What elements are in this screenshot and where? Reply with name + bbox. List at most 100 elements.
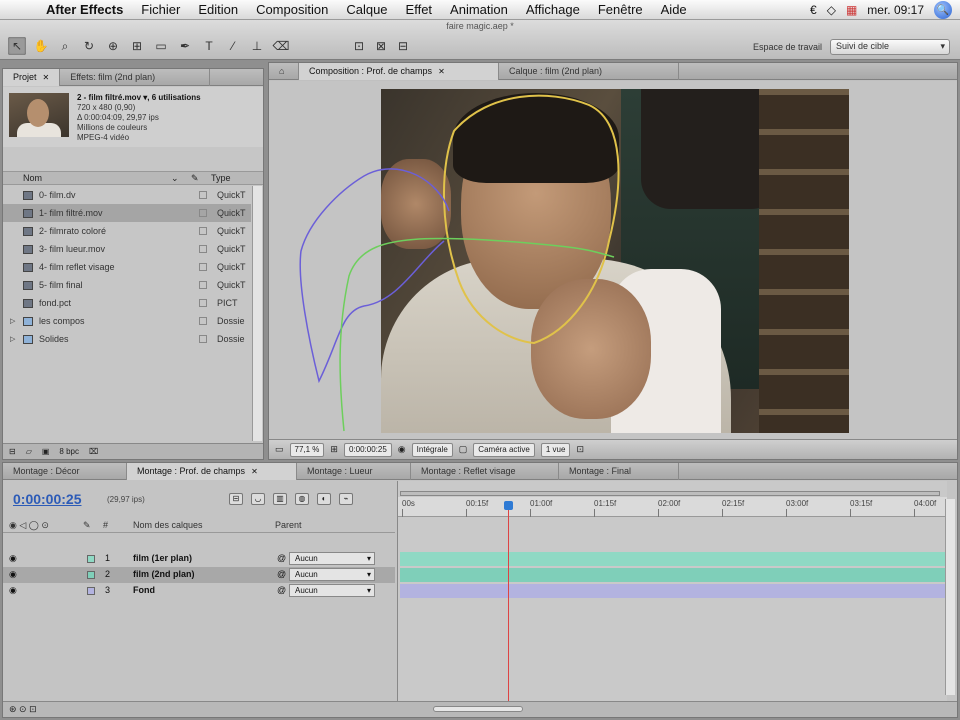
spotlight-icon[interactable]: 🔍 — [934, 1, 952, 19]
local-axis-icon[interactable]: ⊡ — [350, 37, 368, 55]
tab-montage-decor[interactable]: Montage : Décor — [3, 463, 127, 480]
menu-composition[interactable]: Composition — [256, 2, 328, 17]
comp-timecode[interactable]: 0:00:00:25 — [343, 442, 392, 457]
mask-tool-icon[interactable]: ▭ — [152, 37, 170, 55]
layer-label-swatch[interactable] — [87, 555, 95, 563]
menu-animation[interactable]: Animation — [450, 2, 508, 17]
project-item[interactable]: 4- film reflet visage QuickT — [3, 258, 251, 276]
clock[interactable]: mer. 09:17 — [867, 3, 924, 17]
project-item[interactable]: 2- filmrato coloré QuickT — [3, 222, 251, 240]
eye-icon[interactable]: ◉ — [9, 553, 17, 564]
time-ruler[interactable]: 00s 00:15f 01:00f 01:15f 02:00f 02:15f 03:00f 0… — [398, 497, 947, 517]
timeline-scrollbar[interactable] — [945, 499, 955, 695]
tab-montage-reflet[interactable]: Montage : Reflet visage — [411, 463, 559, 480]
label-swatch[interactable] — [199, 227, 207, 235]
layer-label-swatch[interactable] — [87, 587, 95, 595]
world-axis-icon[interactable]: ⊠ — [372, 37, 390, 55]
menu-effet[interactable]: Effet — [406, 2, 433, 17]
always-preview-icon[interactable]: ▭ — [275, 444, 284, 455]
label-swatch[interactable] — [199, 263, 207, 271]
menu-fenetre[interactable]: Fenêtre — [598, 2, 643, 17]
shy-icon[interactable]: ◡ — [251, 493, 265, 505]
col-layer-name[interactable]: Nom des calques — [133, 520, 203, 530]
resolution-dropdown[interactable]: Intégrale — [411, 442, 453, 457]
label-swatch[interactable] — [199, 191, 207, 199]
layer-duration-bar[interactable] — [400, 552, 945, 566]
parent-dropdown[interactable]: Aucun — [289, 552, 375, 565]
flag-icon[interactable]: ▦ — [846, 3, 857, 17]
graph-editor-icon[interactable]: ⌁ — [339, 493, 353, 505]
selection-tool-icon[interactable]: ↖ — [8, 37, 26, 55]
layer-row[interactable]: ◉ 3 Fond @ Aucun — [3, 583, 395, 599]
label-col-icon[interactable]: ✎ — [191, 173, 199, 184]
menu-edition[interactable]: Edition — [198, 2, 238, 17]
layer-name[interactable]: film (1er plan) — [133, 553, 192, 563]
menu-aide[interactable]: Aide — [661, 2, 687, 17]
menu-affichage[interactable]: Affichage — [526, 2, 580, 17]
col-nom[interactable]: Nom — [23, 173, 42, 183]
hand-tool-icon[interactable]: ✋ — [32, 37, 50, 55]
trash-icon[interactable]: ⌧ — [89, 447, 98, 456]
pick-whip-icon[interactable]: @ — [277, 553, 286, 563]
tab-montage-prof[interactable]: Montage : Prof. de champs ✕ — [127, 463, 297, 480]
comp-flowchart-icon[interactable]: ⊟ — [229, 493, 243, 505]
work-area-bar[interactable] — [400, 491, 940, 496]
workspace-dropdown[interactable]: Suivi de cible — [830, 39, 950, 55]
face-mask-path[interactable] — [442, 94, 620, 345]
flowchart-icon[interactable]: ⊡ — [576, 444, 584, 455]
comp-viewer[interactable] — [269, 81, 957, 441]
bpc-value[interactable]: 8 bpc — [59, 447, 79, 456]
script-icon[interactable]: € — [810, 3, 817, 17]
project-item[interactable]: ▷ les compos Dossie — [3, 312, 251, 330]
close-icon[interactable]: ✕ — [438, 67, 445, 76]
zoom-dropdown[interactable]: 77,1 % — [289, 442, 325, 457]
close-icon[interactable]: ✕ — [251, 467, 258, 476]
menu-after-effects[interactable]: After Effects — [46, 2, 123, 17]
eye-icon[interactable]: ◉ — [9, 585, 17, 596]
pick-whip-icon[interactable]: @ — [277, 585, 286, 595]
new-comp-icon[interactable]: ▣ — [42, 447, 50, 456]
view-axis-icon[interactable]: ⊟ — [394, 37, 412, 55]
parent-dropdown[interactable]: Aucun — [289, 584, 375, 597]
blue-mask-path[interactable] — [299, 168, 450, 384]
tab-composition[interactable]: Composition : Prof. de champs ✕ — [299, 63, 499, 80]
toggle-switches-icon[interactable]: ⊛ ⊙ ⊡ — [9, 704, 37, 715]
project-item[interactable]: fond.pct PICT — [3, 294, 251, 312]
project-scrollbar[interactable] — [252, 186, 262, 441]
zoom-tool-icon[interactable]: ⌕ — [56, 37, 74, 55]
layer-name[interactable]: Fond — [133, 585, 155, 595]
close-icon[interactable]: ✕ — [43, 73, 50, 82]
layer-duration-bar[interactable] — [400, 584, 945, 598]
layer-row[interactable]: ◉ 1 film (1er plan) @ Aucun — [3, 551, 395, 567]
camera-tool-icon[interactable]: ⊕ — [104, 37, 122, 55]
pick-whip-icon[interactable]: @ — [277, 569, 286, 579]
timeline-zoom-slider[interactable] — [433, 706, 523, 712]
green-mask-path[interactable] — [339, 237, 615, 432]
label-swatch[interactable] — [199, 281, 207, 289]
col-type[interactable]: Type — [211, 173, 231, 183]
tab-projet[interactable]: Projet ✕ — [3, 69, 61, 86]
layer-name[interactable]: film (2nd plan) — [133, 569, 195, 579]
tab-calque[interactable]: Calque : film (2nd plan) — [499, 63, 679, 80]
project-item[interactable]: 1- film filtré.mov QuickT — [3, 204, 251, 222]
tab-montage-final[interactable]: Montage : Final — [559, 463, 679, 480]
comp-lock-icon[interactable]: ⌂ — [269, 63, 299, 80]
label-swatch[interactable] — [199, 335, 207, 343]
interpret-icon[interactable]: ⊟ — [9, 447, 16, 456]
eye-icon[interactable]: ◉ — [9, 569, 17, 580]
safe-zones-icon[interactable]: ⊞ — [330, 444, 338, 455]
pan-behind-tool-icon[interactable]: ⊞ — [128, 37, 146, 55]
eraser-tool-icon[interactable]: ⌫ — [272, 37, 290, 55]
frame-blend-icon[interactable]: ▥ — [273, 493, 287, 505]
label-swatch[interactable] — [199, 209, 207, 217]
project-item[interactable]: 5- film final QuickT — [3, 276, 251, 294]
disclosure-triangle-icon[interactable]: ▷ — [10, 335, 15, 343]
snapshot-icon[interactable]: ◉ — [398, 444, 406, 455]
text-tool-icon[interactable]: T — [200, 37, 218, 55]
tab-montage-lueur[interactable]: Montage : Lueur — [297, 463, 411, 480]
label-swatch[interactable] — [199, 317, 207, 325]
pen-tool-icon[interactable]: ✒ — [176, 37, 194, 55]
sort-icon[interactable]: ⌄ — [171, 173, 179, 184]
project-item[interactable]: ▷ Solides Dossie — [3, 330, 251, 348]
rotate-tool-icon[interactable]: ↻ — [80, 37, 98, 55]
